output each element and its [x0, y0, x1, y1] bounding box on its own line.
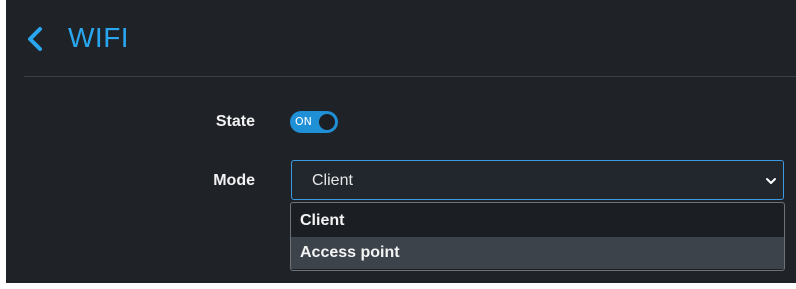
- page-title: WIFI: [68, 22, 130, 53]
- toggle-knob: [319, 114, 335, 130]
- mode-select-value: Client: [312, 172, 353, 189]
- option-label: Access point: [300, 244, 400, 261]
- mode-option-access-point[interactable]: Access point: [291, 237, 784, 269]
- mode-label: Mode: [213, 172, 255, 189]
- chevron-left-icon[interactable]: [22, 26, 48, 52]
- toggle-on-text: ON: [295, 115, 312, 128]
- page-header: WIFI: [6, 0, 796, 76]
- mode-dropdown-list: Client Access point: [290, 202, 785, 271]
- mode-option-client[interactable]: Client: [291, 205, 784, 237]
- chevron-down-icon: [766, 178, 776, 184]
- state-label: State: [215, 113, 255, 130]
- header-divider: [24, 76, 796, 77]
- state-toggle[interactable]: ON: [290, 111, 338, 133]
- wifi-settings-panel: WIFI State ON Mode Client Client Access …: [6, 0, 796, 283]
- mode-select[interactable]: Client: [291, 160, 784, 200]
- option-label: Client: [300, 212, 345, 229]
